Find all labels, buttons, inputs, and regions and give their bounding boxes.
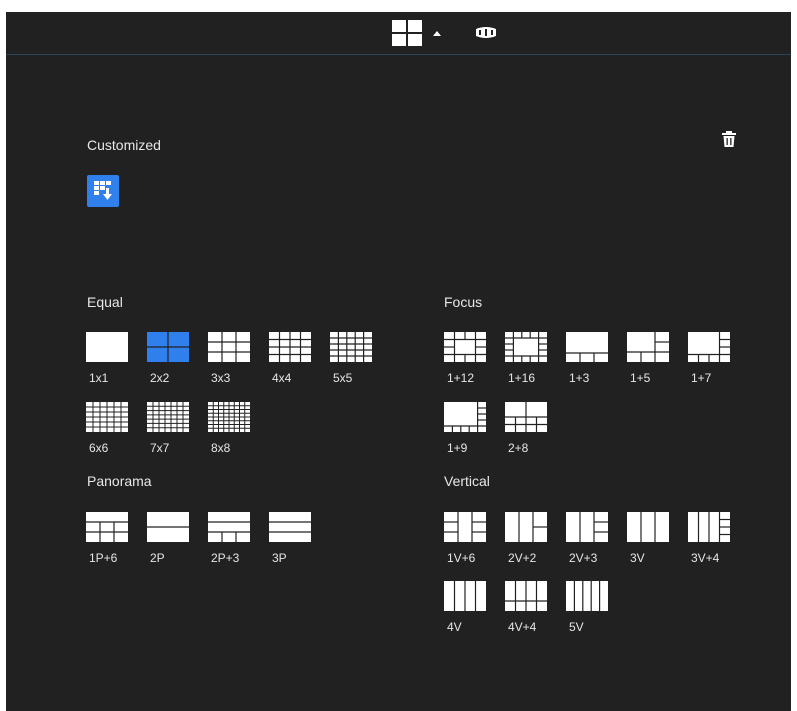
layout-2plus8-icon — [505, 402, 547, 432]
layout-1plus12-icon — [444, 332, 486, 362]
equal-title: Equal — [87, 294, 123, 310]
layout-panel: Customized Equal Focus Panorama Vertical… — [6, 12, 791, 711]
layout-tile-1plus16[interactable]: 1+16 — [505, 332, 547, 385]
layout-tile-2p[interactable]: 2P — [147, 512, 189, 565]
tile-label: 2+8 — [508, 441, 529, 455]
grid-2x2-icon[interactable] — [392, 20, 422, 46]
layout-tile-2v-plus-3[interactable]: 2V+3 — [566, 512, 608, 565]
tile-label: 3x3 — [211, 371, 231, 385]
layout-2p-icon — [147, 512, 189, 542]
tile-label: 1+16 — [508, 371, 536, 385]
tile-label: 8x8 — [211, 441, 231, 455]
layout-8x8-icon — [208, 402, 250, 432]
layout-tile-1p-plus-6[interactable]: 1P+6 — [86, 512, 128, 565]
vertical-title: Vertical — [444, 473, 490, 489]
layout-2x2-icon — [147, 332, 189, 362]
customized-title: Customized — [87, 137, 161, 153]
layout-tile-5x5[interactable]: 5x5 — [330, 332, 372, 385]
layout-tile-3p[interactable]: 3P — [269, 512, 311, 565]
tile-label: 3V — [630, 551, 645, 565]
layout-1plus9-icon — [444, 402, 486, 432]
tile-label: 1+9 — [447, 441, 468, 455]
layout-tile-3v-plus-4[interactable]: 3V+4 — [688, 512, 730, 565]
layout-tile-3v[interactable]: 3V — [627, 512, 669, 565]
layout-tile-1plus5[interactable]: 1+5 — [627, 332, 669, 385]
trash-icon[interactable] — [722, 131, 736, 147]
add-custom-layout-button[interactable] — [87, 175, 119, 207]
tile-label: 6x6 — [89, 441, 109, 455]
layout-tile-1v-plus-6[interactable]: 1V+6 — [444, 512, 486, 565]
tile-label: 2V+3 — [569, 551, 598, 565]
layout-tile-4v[interactable]: 4V — [444, 581, 486, 634]
tile-label: 3P — [272, 551, 287, 565]
layout-4v-icon — [444, 581, 486, 611]
layout-4x4-icon — [269, 332, 311, 362]
layout-3v-icon — [627, 512, 669, 542]
layout-6x6-icon — [86, 402, 128, 432]
layout-2v3-icon — [566, 512, 608, 542]
layout-1plus16-icon — [505, 332, 547, 362]
tile-label: 2P+3 — [211, 551, 240, 565]
tile-label: 3V+4 — [691, 551, 720, 565]
tile-label: 4V — [447, 620, 462, 634]
layout-tile-6x6[interactable]: 6x6 — [86, 402, 128, 455]
top-toolbar — [6, 12, 791, 55]
layout-tile-4v-plus-4[interactable]: 4V+4 — [505, 581, 547, 634]
panorama-view-icon[interactable] — [474, 26, 498, 39]
layout-tile-8x8[interactable]: 8x8 — [208, 402, 250, 455]
panorama-title: Panorama — [87, 473, 152, 489]
layout-tile-1plus12[interactable]: 1+12 — [444, 332, 486, 385]
tile-label: 2P — [150, 551, 165, 565]
layout-tile-1plus7[interactable]: 1+7 — [688, 332, 730, 385]
layout-tile-4x4[interactable]: 4x4 — [269, 332, 311, 385]
tile-label: 5V — [569, 620, 584, 634]
layout-tile-2p-plus-3[interactable]: 2P+3 — [208, 512, 250, 565]
caret-up-icon[interactable] — [433, 31, 441, 36]
layout-tile-2v-plus-2[interactable]: 2V+2 — [505, 512, 547, 565]
layout-tile-5v[interactable]: 5V — [566, 581, 608, 634]
layout-5v-icon — [566, 581, 608, 611]
tile-label: 1+7 — [691, 371, 712, 385]
layout-tile-2x2[interactable]: 2x2 — [147, 332, 189, 385]
layout-7x7-icon — [147, 402, 189, 432]
layout-1plus3-icon — [566, 332, 608, 362]
layout-tile-1plus3[interactable]: 1+3 — [566, 332, 608, 385]
tile-label: 5x5 — [333, 371, 353, 385]
layout-1p6-icon — [86, 512, 128, 542]
layout-4v4-icon — [505, 581, 547, 611]
layout-tile-2plus8[interactable]: 2+8 — [505, 402, 547, 455]
layout-1v6-icon — [444, 512, 486, 542]
layout-2v2-icon — [505, 512, 547, 542]
layout-1plus7-icon — [688, 332, 730, 362]
layout-5x5-icon — [330, 332, 372, 362]
tile-label: 1+12 — [447, 371, 475, 385]
tile-label: 4x4 — [272, 371, 292, 385]
tile-label: 2x2 — [150, 371, 170, 385]
focus-title: Focus — [444, 294, 483, 310]
layout-tile-1x1[interactable]: 1x1 — [86, 332, 128, 385]
tile-label: 7x7 — [150, 441, 170, 455]
layout-3p-icon — [269, 512, 311, 542]
tile-label: 2V+2 — [508, 551, 537, 565]
tile-label: 1x1 — [89, 371, 109, 385]
tile-label: 1V+6 — [447, 551, 476, 565]
tile-label: 1+5 — [630, 371, 651, 385]
tile-label: 1+3 — [569, 371, 590, 385]
tile-label: 1P+6 — [89, 551, 118, 565]
layout-1x1-icon — [86, 332, 128, 362]
layout-3v4-icon — [688, 512, 730, 542]
layout-tile-3x3[interactable]: 3x3 — [208, 332, 250, 385]
tile-label: 4V+4 — [508, 620, 537, 634]
add-custom-layout-icon — [94, 181, 112, 200]
layout-tile-7x7[interactable]: 7x7 — [147, 402, 189, 455]
layout-tile-1plus9[interactable]: 1+9 — [444, 402, 486, 455]
layout-3x3-icon — [208, 332, 250, 362]
layout-1plus5-icon — [627, 332, 669, 362]
layout-2p3-icon — [208, 512, 250, 542]
